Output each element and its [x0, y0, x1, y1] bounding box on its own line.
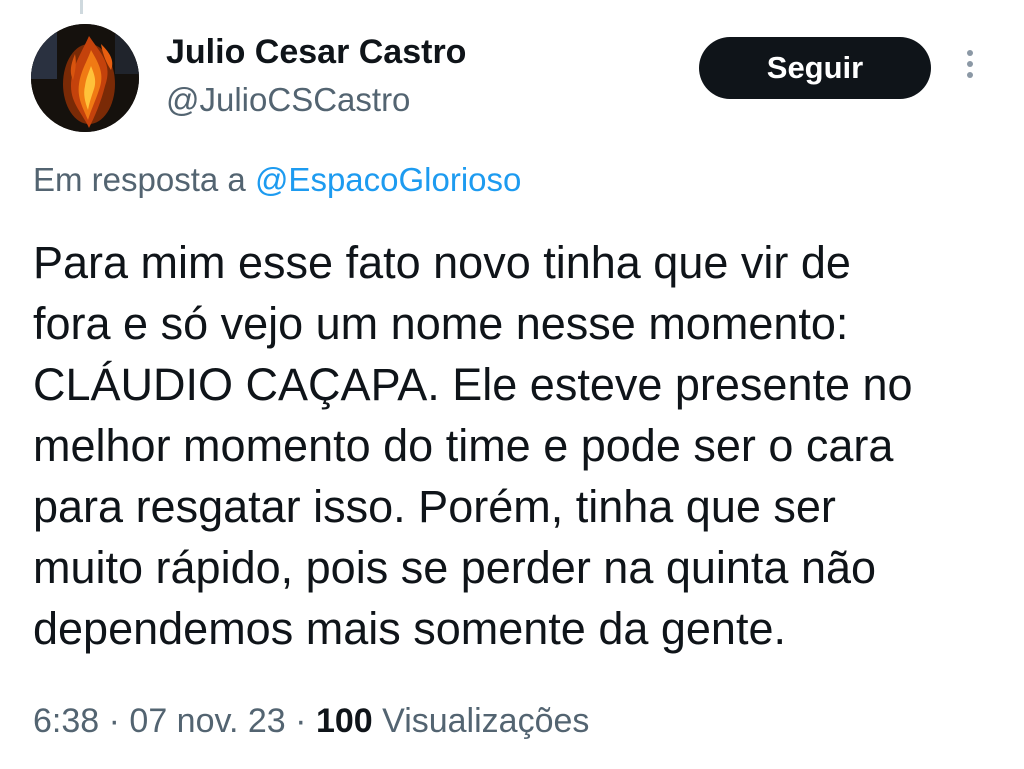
thread-connector-line — [80, 0, 83, 14]
more-dot — [967, 61, 973, 67]
tweet-text-line: muito rápido, pois se perder na quinta n… — [33, 542, 877, 593]
views-count[interactable]: 100 — [316, 702, 373, 740]
author-handle[interactable]: @JulioCSCastro — [166, 79, 410, 121]
more-dot — [967, 72, 973, 78]
more-dot — [967, 50, 973, 56]
author-name[interactable]: Julio Cesar Castro — [166, 30, 466, 74]
fire-avatar-image — [31, 24, 139, 132]
avatar[interactable] — [31, 24, 139, 132]
meta-separator: · — [108, 702, 120, 740]
tweet-text-line: fora e só vejo um nome nesse momento: — [33, 298, 849, 349]
reply-mention-link[interactable]: @EspacoGlorioso — [255, 161, 521, 198]
tweet-text: Para mim esse fato novo tinha que vir de… — [33, 232, 993, 659]
tweet-text-line: Para mim esse fato novo tinha que vir de — [33, 237, 851, 288]
tweet-time[interactable]: 6:38 — [33, 702, 99, 740]
reply-context: Em resposta a @EspacoGlorioso — [33, 158, 521, 202]
tweet-text-line: dependemos mais somente da gente. — [33, 603, 786, 654]
reply-prefix: Em resposta a — [33, 161, 246, 198]
tweet-text-line: para resgatar isso. Porém, tinha que ser — [33, 481, 836, 532]
more-vertical-icon[interactable] — [962, 50, 978, 86]
tweet-meta: 6:38 · 07 nov. 23 · 100 Visualizações — [33, 699, 589, 743]
follow-button[interactable]: Seguir — [699, 37, 931, 99]
meta-separator: · — [295, 702, 307, 740]
tweet-text-line: CLÁUDIO CAÇAPA. Ele esteve presente no — [33, 359, 913, 410]
views-label: Visualizações — [382, 702, 590, 740]
tweet-text-line: melhor momento do time e pode ser o cara — [33, 420, 894, 471]
tweet-date[interactable]: 07 nov. 23 — [129, 702, 285, 740]
